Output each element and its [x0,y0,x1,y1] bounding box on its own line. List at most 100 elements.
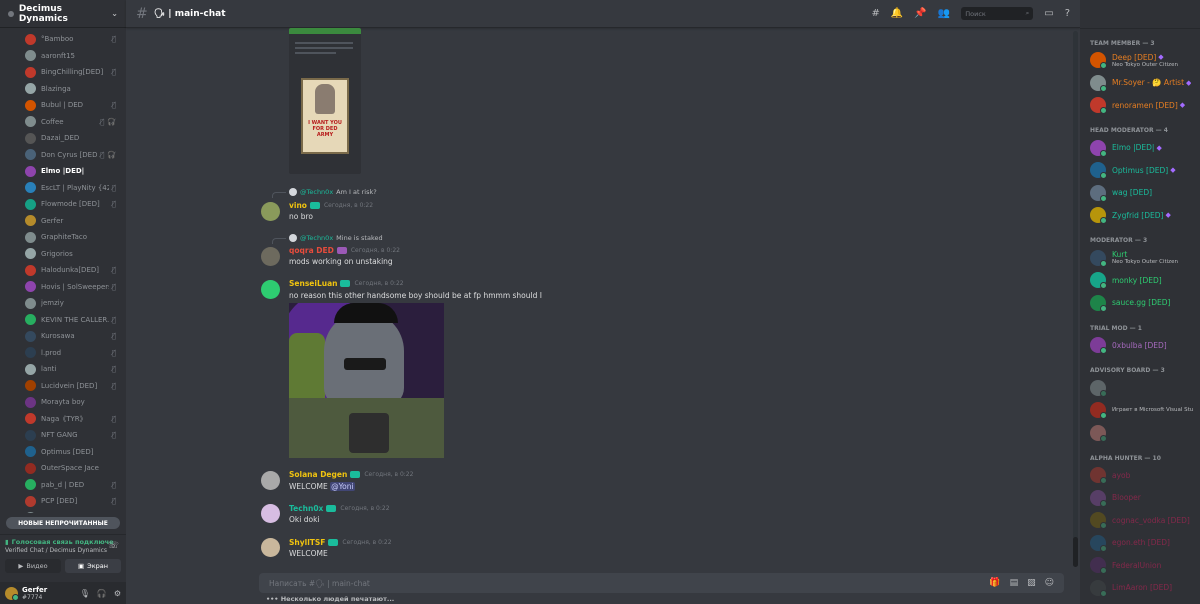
threads-icon[interactable]: # [871,8,879,19]
avatar[interactable] [261,280,280,299]
voice-user[interactable]: Grigorios [0,246,126,263]
voice-status[interactable]: ▮ Голосовая связь подключе [5,538,121,546]
voice-user[interactable]: Optimus [DED] [0,444,126,461]
reply-reference[interactable]: @Techn0x Mine is staked [272,234,383,244]
members-icon[interactable]: 👥 [938,8,950,19]
member-item[interactable]: Optimus [DED] ◆ [1080,159,1200,182]
help-icon[interactable]: ? [1065,8,1070,19]
typing-text: Несколько людей печатают... [280,595,395,603]
voice-user[interactable]: Halodunka[DED] 🎙̸ [0,262,126,279]
search-input[interactable]: Поиск ⌕ [961,7,1034,20]
reply-reference[interactable]: @Techn0x Am I at risk? [272,188,377,198]
discord-app: Decimus Dynamics ⌄ °Bamboo 🎙̸ aaronft15 Bin… [0,0,1200,604]
voice-channel-name[interactable]: Verified Chat / Decimus Dynamics [5,547,121,554]
member-item[interactable]: Kurt Neo Tokyo Outer Citizen [1080,247,1200,270]
gif-icon[interactable]: ▤ [1010,578,1019,588]
member-item[interactable]: LimAaron [DED] [1080,577,1200,600]
inbox-icon[interactable]: ▭ [1044,8,1053,19]
sticker-icon[interactable]: ▧ [1027,578,1036,588]
disconnect-icon[interactable]: ☏ [108,541,119,551]
member-item[interactable]: cognac_vodka [DED] [1080,509,1200,532]
emoji-icon[interactable]: ☺ [1045,578,1054,588]
avatar[interactable] [5,586,19,601]
message-input[interactable] [269,578,990,588]
avatar [1090,512,1107,530]
member-item[interactable]: Играет в Microsoft Visual Stu [1080,399,1200,422]
avatar [1090,424,1107,442]
headphones-icon[interactable]: 🎧 [97,589,107,598]
voice-user[interactable]: Coffee 🎙̸ 🎧̸ [0,114,126,131]
message-author[interactable]: SenseiLuan [289,279,337,288]
member-item[interactable]: 0xbulba [DED] [1080,334,1200,357]
chevron-down-icon[interactable]: ⌄ [111,9,118,18]
voice-user[interactable]: Gerfer [0,213,126,230]
voice-user[interactable]: Blazinga [0,81,126,98]
message-author[interactable]: Solana Degen [289,470,347,479]
avatar[interactable] [261,504,280,523]
member-item[interactable]: Zygfrid [DED] ◆ [1080,204,1200,227]
new-unread-pill[interactable]: НОВЫЕ НЕПРОЧИТАННЫЕ [6,517,120,529]
voice-user[interactable]: Dazai_DED [0,130,126,147]
voice-user[interactable]: GraphiteTaco [0,229,126,246]
screen-share-button[interactable]: ▣ Экран [65,559,121,573]
gear-icon[interactable]: ⚙ [114,589,121,598]
voice-user[interactable]: EscLT | PlayNity {42...🎙̸ [0,180,126,197]
embedded-screenshot-image[interactable]: I WANT YOU FOR DED ARMY [289,28,361,174]
member-item[interactable]: FederalUnion [1080,554,1200,577]
voice-user[interactable]: aaronft15 [0,48,126,65]
nft-artwork-image[interactable] [289,303,444,458]
voice-user[interactable]: Kurosawa 🎙̸ [0,328,126,345]
voice-user[interactable]: Bubul | DED 🎙̸ [0,97,126,114]
member-item[interactable]: egon.eth [DED] [1080,532,1200,555]
avatar[interactable] [261,247,280,266]
scrollbar-thumb[interactable] [1073,537,1078,567]
video-button[interactable]: ▶ Видео [5,559,61,573]
gift-icon[interactable]: 🎁 [989,578,1000,588]
member-item[interactable]: wag [DED] [1080,182,1200,205]
voice-user[interactable]: l.prod 🎙̸ [0,345,126,362]
voice-user[interactable]: Don Cyrus [DED] 🎙̸ 🎧̸ [0,147,126,164]
avatar[interactable] [261,202,280,221]
member-item[interactable]: Elmo |DED| ◆ [1080,137,1200,160]
member-item[interactable]: monky [DED] [1080,269,1200,292]
voice-user[interactable]: pab_d | DED 🎙̸ [0,477,126,494]
avatar[interactable] [261,471,280,490]
pin-icon[interactable]: 📌 [914,8,926,19]
avatar[interactable] [261,538,280,557]
message-author[interactable]: qoqra DED [289,246,334,255]
role-badge [309,202,320,209]
server-header[interactable]: Decimus Dynamics ⌄ [0,0,126,28]
voice-user[interactable]: Elmo |DED| [0,163,126,180]
voice-user[interactable]: Naga《TYR》 🎙̸ [0,411,126,428]
voice-user[interactable]: BingChilling[DED] 🎙̸ [0,64,126,81]
voice-user[interactable]: PCP [DED] 🎙̸ [0,493,126,510]
voice-user[interactable]: Morayta boy [0,394,126,411]
voice-user[interactable]: KEVIN THE CALLER... 🎙̸ [0,312,126,329]
voice-user[interactable]: Lucidvein [DED] 🎙̸ [0,378,126,395]
member-item[interactable]: ayob [1080,464,1200,487]
voice-user[interactable]: lanti 🎙̸ [0,361,126,378]
member-item[interactable]: sauce.gg [DED] [1080,292,1200,315]
member-item[interactable]: renoramen [DED] ◆ [1080,94,1200,117]
member-item[interactable] [1080,377,1200,400]
voice-user[interactable]: NFT GANG 🎙̸ [0,427,126,444]
message-author[interactable]: ShyllTSF [289,538,325,547]
message-scrollbar[interactable] [1073,31,1078,567]
microphone-icon[interactable]: 🎙 [80,589,90,598]
voice-user[interactable]: OuterSpace Jace [0,460,126,477]
muted-mic-icon: 🎙̸ [111,381,116,390]
avatar [25,264,36,276]
member-item[interactable]: Deep [DED] ◆ Neo Tokyo Outer Citizen [1080,49,1200,72]
voice-user[interactable]: °Bamboo 🎙̸ [0,31,126,48]
message-author[interactable]: Techn0x [289,504,323,513]
bell-icon[interactable]: 🔔 [891,8,903,19]
voice-user[interactable]: Flowmode [DED] 🎙̸ [0,196,126,213]
voice-user[interactable]: jemziy [0,295,126,312]
voice-user[interactable]: PiterDeVries [0,510,126,513]
member-item[interactable]: Blooper [1080,487,1200,510]
user-mention[interactable]: @Yoni [330,482,355,491]
member-item[interactable]: Mr.Soyer - 🤔 Artist ◆ [1080,72,1200,95]
member-item[interactable] [1080,422,1200,445]
message-author[interactable]: vino [289,201,307,210]
voice-user[interactable]: Hovis | SolSweepers...🎙̸ [0,279,126,296]
